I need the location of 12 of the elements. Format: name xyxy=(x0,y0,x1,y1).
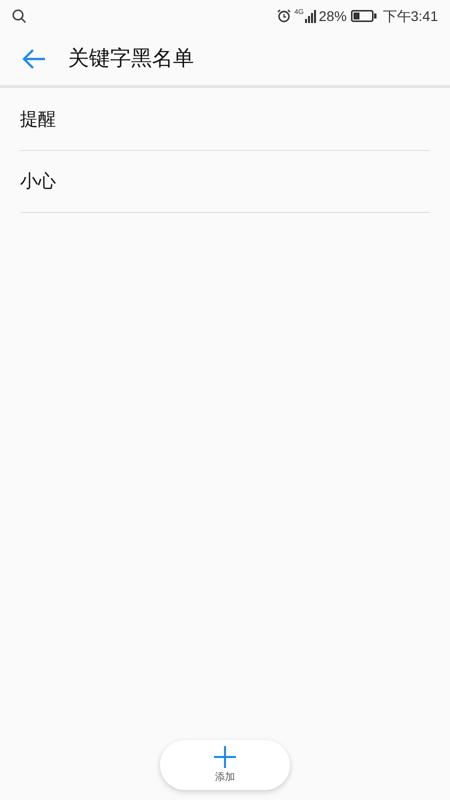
keyword-item[interactable]: 提醒 xyxy=(20,106,56,133)
signal-icon xyxy=(304,10,317,22)
battery-percent: 28% xyxy=(318,6,347,26)
search-icon xyxy=(12,8,27,24)
add-button[interactable]: 添加 xyxy=(160,740,290,790)
page-title: 关键字黑名单 xyxy=(68,46,194,72)
plus-icon xyxy=(214,746,236,768)
clock-time: 下午3:41 xyxy=(382,6,438,26)
battery-icon xyxy=(350,10,377,22)
back-arrow-icon xyxy=(21,48,47,70)
alarm-icon xyxy=(277,9,292,23)
keyword-item[interactable]: 小心 xyxy=(20,168,56,195)
